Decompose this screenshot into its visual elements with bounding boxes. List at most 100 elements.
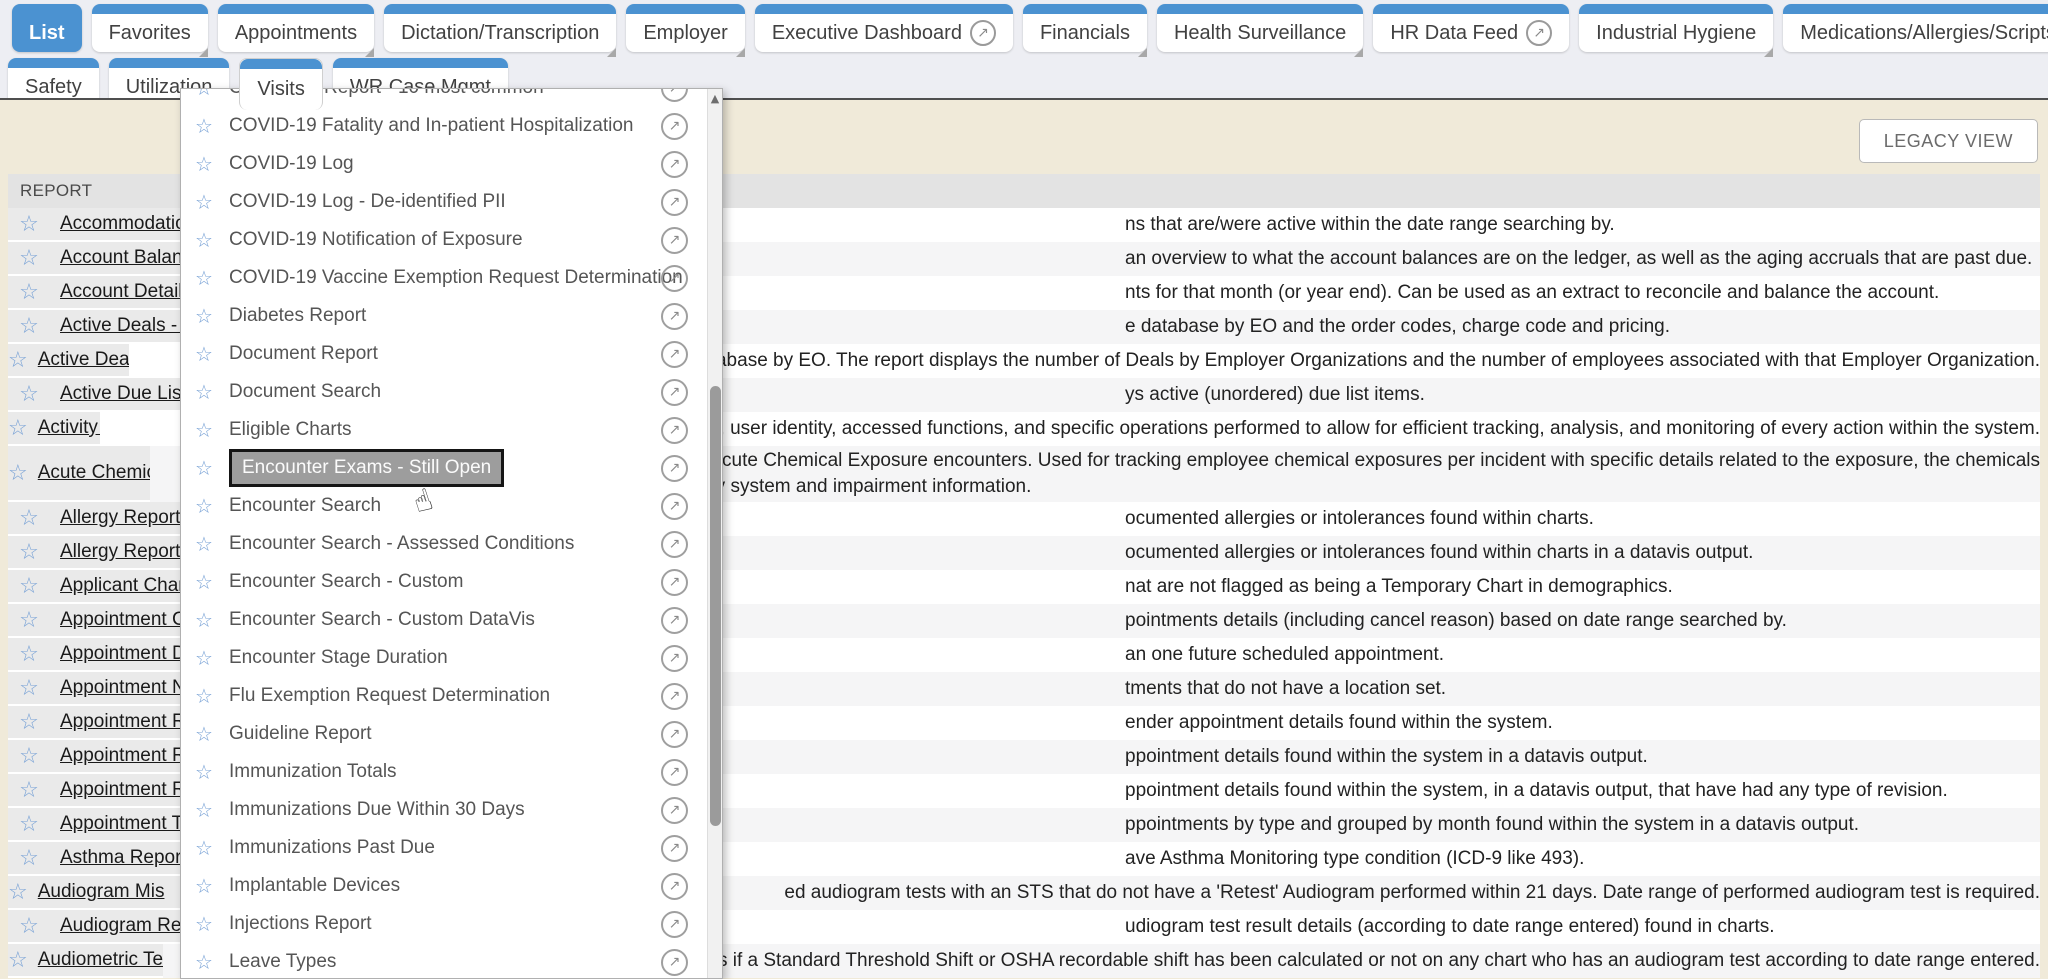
menu-item-encounter-stage-duration[interactable]: ☆Encounter Stage Duration↗ xyxy=(181,639,722,677)
menu-item-implantable-devices[interactable]: ☆Implantable Devices↗ xyxy=(181,867,722,905)
favorite-star-icon[interactable]: ☆ xyxy=(195,418,221,442)
tab-employer[interactable]: Employer xyxy=(626,4,744,52)
open-in-new-icon[interactable]: ↗ xyxy=(661,493,688,520)
report-link[interactable]: Allergy Report xyxy=(60,507,180,529)
favorite-star-icon[interactable]: ☆ xyxy=(195,456,221,480)
favorite-star-icon[interactable]: ☆ xyxy=(8,808,50,842)
open-in-new-icon[interactable]: ↗ xyxy=(661,645,688,672)
menu-item-covid-19-vaccine-exemption-request-determination[interactable]: ☆COVID-19 Vaccine Exemption Request Dete… xyxy=(181,259,722,297)
open-in-new-icon[interactable]: ↗ xyxy=(661,417,688,444)
favorite-star-icon[interactable]: ☆ xyxy=(8,412,28,446)
favorite-star-icon[interactable]: ☆ xyxy=(8,208,50,242)
favorite-star-icon[interactable]: ☆ xyxy=(8,740,50,774)
favorite-star-icon[interactable]: ☆ xyxy=(195,342,221,366)
report-link[interactable]: Audiometric Te xyxy=(38,949,163,971)
open-in-new-icon[interactable]: ↗ xyxy=(661,227,688,254)
menu-item-covid-19-notification-of-exposure[interactable]: ☆COVID-19 Notification of Exposure↗ xyxy=(181,221,722,259)
menu-item-encounter-search[interactable]: ☆Encounter Search↗ xyxy=(181,487,722,525)
favorite-star-icon[interactable]: ☆ xyxy=(8,570,50,604)
report-link[interactable]: Acute Chemica xyxy=(38,462,150,484)
menu-item-encounter-search-custom[interactable]: ☆Encounter Search - Custom↗ xyxy=(181,563,722,601)
tab-financials[interactable]: Financials xyxy=(1023,4,1147,52)
open-in-new-icon[interactable]: ↗ xyxy=(661,303,688,330)
favorite-star-icon[interactable]: ☆ xyxy=(195,532,221,556)
report-link[interactable]: Account Details xyxy=(60,281,192,303)
dropdown-scrollbar[interactable]: ▲ xyxy=(707,89,722,978)
report-link[interactable]: Allergy Report - xyxy=(60,541,192,563)
favorite-star-icon[interactable]: ☆ xyxy=(195,608,221,632)
tab-industrial-hygiene[interactable]: Industrial Hygiene xyxy=(1579,4,1773,52)
open-in-new-icon[interactable]: ↗ xyxy=(661,455,688,482)
favorite-star-icon[interactable]: ☆ xyxy=(8,706,50,740)
favorite-star-icon[interactable]: ☆ xyxy=(195,798,221,822)
report-link[interactable]: Appointment Re xyxy=(60,711,196,733)
favorite-star-icon[interactable]: ☆ xyxy=(8,276,50,310)
tab-dictation-transcription[interactable]: Dictation/Transcription xyxy=(384,4,616,52)
open-in-new-icon[interactable]: ↗ xyxy=(661,721,688,748)
menu-item-document-search[interactable]: ☆Document Search↗ xyxy=(181,373,722,411)
favorite-star-icon[interactable]: ☆ xyxy=(8,310,50,344)
report-link[interactable]: Applicant Chart xyxy=(60,575,190,597)
tab-favorites[interactable]: Favorites xyxy=(92,4,208,52)
report-link[interactable]: Appointment No xyxy=(60,677,196,699)
open-in-new-icon[interactable]: ↗ xyxy=(661,189,688,216)
open-in-new-icon[interactable]: ↗ xyxy=(661,797,688,824)
open-in-new-icon[interactable]: ↗ xyxy=(661,113,688,140)
favorite-star-icon[interactable]: ☆ xyxy=(195,190,221,214)
menu-item-immunization-totals[interactable]: ☆Immunization Totals↗ xyxy=(181,753,722,791)
scroll-up-icon[interactable]: ▲ xyxy=(708,92,722,105)
menu-item-immunizations-past-due[interactable]: ☆Immunizations Past Due↗ xyxy=(181,829,722,867)
menu-item-encounter-search-custom-datavis[interactable]: ☆Encounter Search - Custom DataVis↗ xyxy=(181,601,722,639)
favorite-star-icon[interactable]: ☆ xyxy=(195,304,221,328)
open-in-new-icon[interactable]: ↗ xyxy=(661,949,688,976)
favorite-star-icon[interactable]: ☆ xyxy=(195,114,221,138)
open-in-new-icon[interactable]: ↗ xyxy=(661,911,688,938)
menu-item-document-report[interactable]: ☆Document Report↗ xyxy=(181,335,722,373)
open-in-new-icon[interactable]: ↗ xyxy=(661,607,688,634)
favorite-star-icon[interactable]: ☆ xyxy=(8,638,50,672)
menu-item-encounter-exams-still-open[interactable]: ☆Encounter Exams - Still Open↗ xyxy=(181,449,722,487)
favorite-star-icon[interactable]: ☆ xyxy=(195,228,221,252)
open-in-new-icon[interactable]: ↗ xyxy=(661,873,688,900)
report-link[interactable]: Activity Log xyxy=(38,417,100,439)
report-link[interactable]: Active Deals - D xyxy=(60,315,196,337)
menu-item-leave-types[interactable]: ☆Leave Types↗ xyxy=(181,943,722,979)
menu-item-injections-report[interactable]: ☆Injections Report↗ xyxy=(181,905,722,943)
report-link[interactable]: Account Balanc xyxy=(60,247,192,269)
menu-item-covid-19-log-de-identified-pii[interactable]: ☆COVID-19 Log - De-identified PII↗ xyxy=(181,183,722,221)
report-link[interactable]: Audiogram Rep xyxy=(60,915,192,937)
report-link[interactable]: Appointment Ty xyxy=(60,813,192,835)
menu-item-immunizations-due-within-30-days[interactable]: ☆Immunizations Due Within 30 Days↗ xyxy=(181,791,722,829)
open-in-new-icon[interactable]: ↗ xyxy=(1526,20,1552,46)
report-link[interactable]: Active Due List xyxy=(60,383,187,405)
tab-list[interactable]: List xyxy=(12,4,82,52)
tab-medications-allergies-scripts[interactable]: Medications/Allergies/Scripts xyxy=(1783,4,2048,52)
open-in-new-icon[interactable]: ↗ xyxy=(661,265,688,292)
favorite-star-icon[interactable]: ☆ xyxy=(195,646,221,670)
menu-item-encounter-search-assessed-conditions[interactable]: ☆Encounter Search - Assessed Conditions↗ xyxy=(181,525,722,563)
favorite-star-icon[interactable]: ☆ xyxy=(195,722,221,746)
favorite-star-icon[interactable]: ☆ xyxy=(8,876,28,910)
favorite-star-icon[interactable]: ☆ xyxy=(8,344,28,378)
tab-visits[interactable]: Visits xyxy=(239,58,322,110)
report-link[interactable]: Appointment Re xyxy=(60,779,196,801)
favorite-star-icon[interactable]: ☆ xyxy=(195,836,221,860)
favorite-star-icon[interactable]: ☆ xyxy=(8,536,50,570)
menu-item-covid-19-fatality-and-in-patient-hospitalization[interactable]: ☆COVID-19 Fatality and In-patient Hospit… xyxy=(181,107,722,145)
menu-item-diabetes-report[interactable]: ☆Diabetes Report↗ xyxy=(181,297,722,335)
tab-hr-data-feed[interactable]: HR Data Feed↗ xyxy=(1373,4,1569,52)
tab-health-surveillance[interactable]: Health Surveillance xyxy=(1157,4,1363,52)
favorite-star-icon[interactable]: ☆ xyxy=(8,910,50,944)
favorite-star-icon[interactable]: ☆ xyxy=(195,266,221,290)
tab-appointments[interactable]: Appointments xyxy=(218,4,374,52)
report-link[interactable]: Appointment Du xyxy=(60,643,196,665)
favorite-star-icon[interactable]: ☆ xyxy=(195,912,221,936)
favorite-star-icon[interactable]: ☆ xyxy=(195,152,221,176)
open-in-new-icon[interactable]: ↗ xyxy=(661,759,688,786)
open-in-new-icon[interactable]: ↗ xyxy=(661,531,688,558)
open-in-new-icon[interactable]: ↗ xyxy=(661,151,688,178)
favorite-star-icon[interactable]: ☆ xyxy=(8,378,50,412)
open-in-new-icon[interactable]: ↗ xyxy=(661,569,688,596)
favorite-star-icon[interactable]: ☆ xyxy=(8,446,28,502)
report-link[interactable]: Audiogram Mis xyxy=(38,881,165,903)
